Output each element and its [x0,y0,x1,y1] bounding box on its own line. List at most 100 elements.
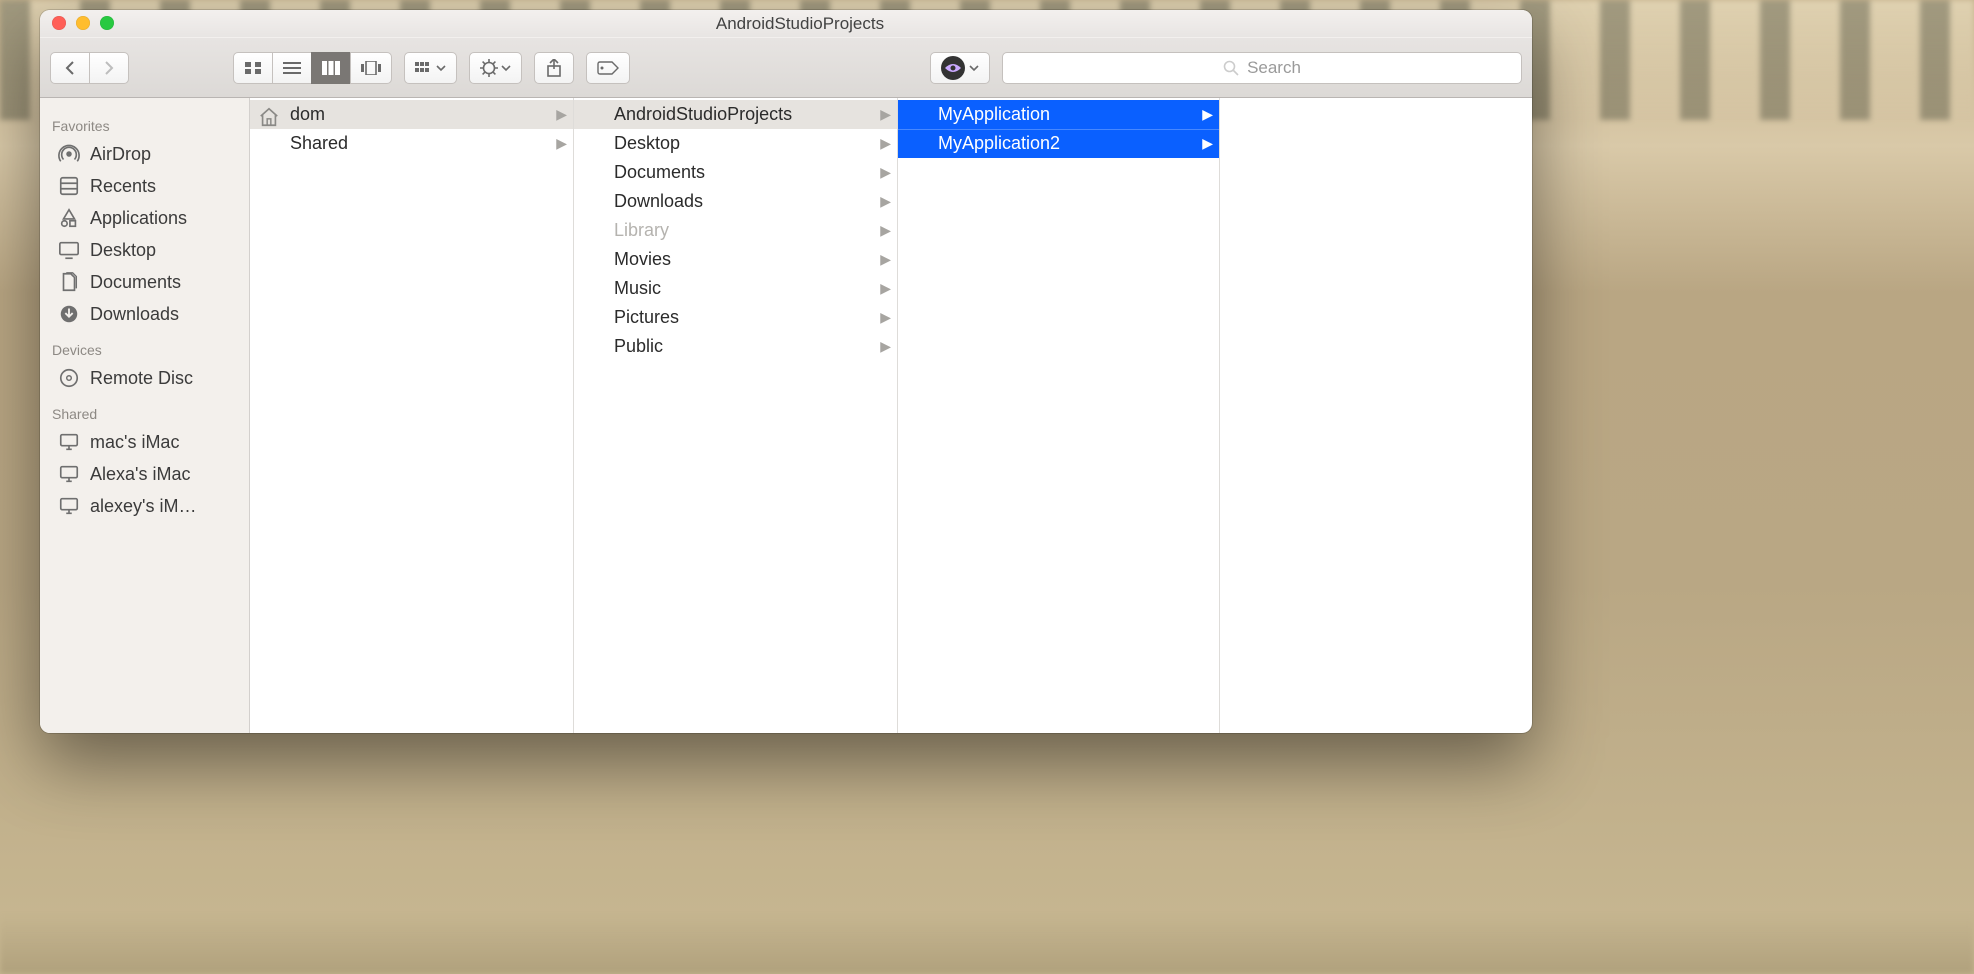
sidebar-item[interactable]: mac's iMac [40,426,249,458]
sidebar: FavoritesAirDropRecents Applications Deskt… [40,98,250,733]
folder-icon [688,16,708,32]
sidebar-item[interactable]: AirDrop [40,138,249,170]
file-row[interactable]: Library ▶ [574,216,897,245]
folder-icon [582,193,604,211]
arrange-menu-button[interactable] [404,52,457,84]
folder-icon [582,251,604,269]
view-mode-group [233,52,392,84]
sidebar-item-label: Applications [90,208,187,229]
chevron-right-icon: ▶ [1202,106,1213,123]
sidebar-heading: Favorites [40,106,249,138]
file-row-label: Shared [290,133,546,154]
back-forward-group [50,52,129,84]
file-row-label: AndroidStudioProjects [614,104,870,125]
browser-column[interactable]: AndroidStudioProjects▶Desktop▶Documents▶… [574,98,898,733]
back-button[interactable] [50,52,90,84]
imac-icon [58,463,80,485]
file-row[interactable]: Desktop ▶ [574,129,897,158]
window-title: AndroidStudioProjects [716,14,884,34]
imac-icon [58,431,80,453]
file-row-label: Movies [614,249,870,270]
file-row[interactable]: Shared▶ [250,129,573,158]
file-row-label: Public [614,336,870,357]
sidebar-item[interactable]: Documents [40,266,249,298]
chevron-right-icon: ▶ [880,135,891,152]
sidebar-heading: Devices [40,330,249,362]
sidebar-item[interactable]: Desktop [40,234,249,266]
chevron-right-icon: ▶ [880,222,891,239]
desktop-icon [58,239,80,261]
list-view-button[interactable] [272,52,312,84]
browser-column[interactable]: dom ▶ Shared▶ [250,98,574,733]
file-row-label: dom [290,104,546,125]
sidebar-item-label: Documents [90,272,181,293]
file-row-label: Library [614,220,870,241]
folder-icon [906,106,928,124]
sidebar-item-label: mac's iMac [90,432,179,453]
file-row[interactable]: Pictures▶ [574,303,897,332]
column-browser: dom▶Shared▶AndroidStudioProjects▶Desktop… [250,98,1532,733]
file-row-label: Desktop [614,133,870,154]
browser-column[interactable]: MyApplication▶MyApplication2▶ [898,98,1220,733]
chevron-right-icon: ▶ [880,338,891,355]
chevron-right-icon: ▶ [556,106,567,123]
icon-view-button[interactable] [233,52,273,84]
chevron-right-icon: ▶ [880,309,891,326]
sidebar-item[interactable]: Alexa's iMac [40,458,249,490]
minimize-window-button[interactable] [76,16,90,30]
folder-icon [582,164,604,182]
sidebar-item[interactable]: Applications [40,202,249,234]
file-row[interactable]: Movies ▶ [574,245,897,274]
share-button[interactable] [534,52,574,84]
chevron-right-icon: ▶ [880,106,891,123]
gallery-view-button[interactable] [350,52,392,84]
file-row[interactable]: Public ▶ [574,332,897,361]
folder-icon [582,338,604,356]
sidebar-item[interactable]: Remote Disc [40,362,249,394]
search-field[interactable]: Search [1002,52,1522,84]
chevron-right-icon: ▶ [880,280,891,297]
file-row-label: Music [614,278,870,299]
imac-icon [58,495,80,517]
sidebar-item[interactable]: Downloads [40,298,249,330]
folder-icon [582,280,604,298]
sidebar-item-label: Downloads [90,304,179,325]
forward-button[interactable] [89,52,129,84]
sidebar-item[interactable]: alexey's iM… [40,490,249,522]
disc-icon [58,367,80,389]
chevron-right-icon: ▶ [880,193,891,210]
dropbox-smartsync-button[interactable] [930,52,990,84]
close-window-button[interactable] [52,16,66,30]
file-row-label: MyApplication [938,104,1192,125]
file-row[interactable]: Downloads▶ [574,187,897,216]
file-row[interactable]: MyApplication ▶ [898,100,1219,129]
eye-icon [941,56,965,80]
chevron-right-icon: ▶ [880,251,891,268]
file-row[interactable]: dom ▶ [250,100,573,129]
file-row[interactable]: MyApplication2▶ [898,129,1219,158]
applications-icon [58,207,80,229]
folder-icon [258,135,280,153]
search-placeholder: Search [1247,58,1301,78]
tags-button[interactable] [586,52,630,84]
sidebar-item[interactable]: Recents [40,170,249,202]
sidebar-heading: Shared [40,394,249,426]
recents-icon [58,175,80,197]
file-row[interactable]: Documents▶ [574,158,897,187]
folder-icon [906,135,928,153]
airdrop-icon [58,143,80,165]
titlebar[interactable]: AndroidStudioProjects [40,10,1532,38]
column-view-button[interactable] [311,52,351,84]
search-icon [1223,60,1239,76]
zoom-window-button[interactable] [100,16,114,30]
file-row[interactable]: Music ▶ [574,274,897,303]
home-icon [258,106,280,124]
documents-icon [58,271,80,293]
sidebar-item-label: Remote Disc [90,368,193,389]
action-menu-button[interactable] [469,52,522,84]
browser-column[interactable] [1220,98,1528,733]
file-row-label: Documents [614,162,870,183]
folder-icon [582,135,604,153]
file-row[interactable]: AndroidStudioProjects ▶ [574,100,897,129]
chevron-right-icon: ▶ [1202,135,1213,152]
